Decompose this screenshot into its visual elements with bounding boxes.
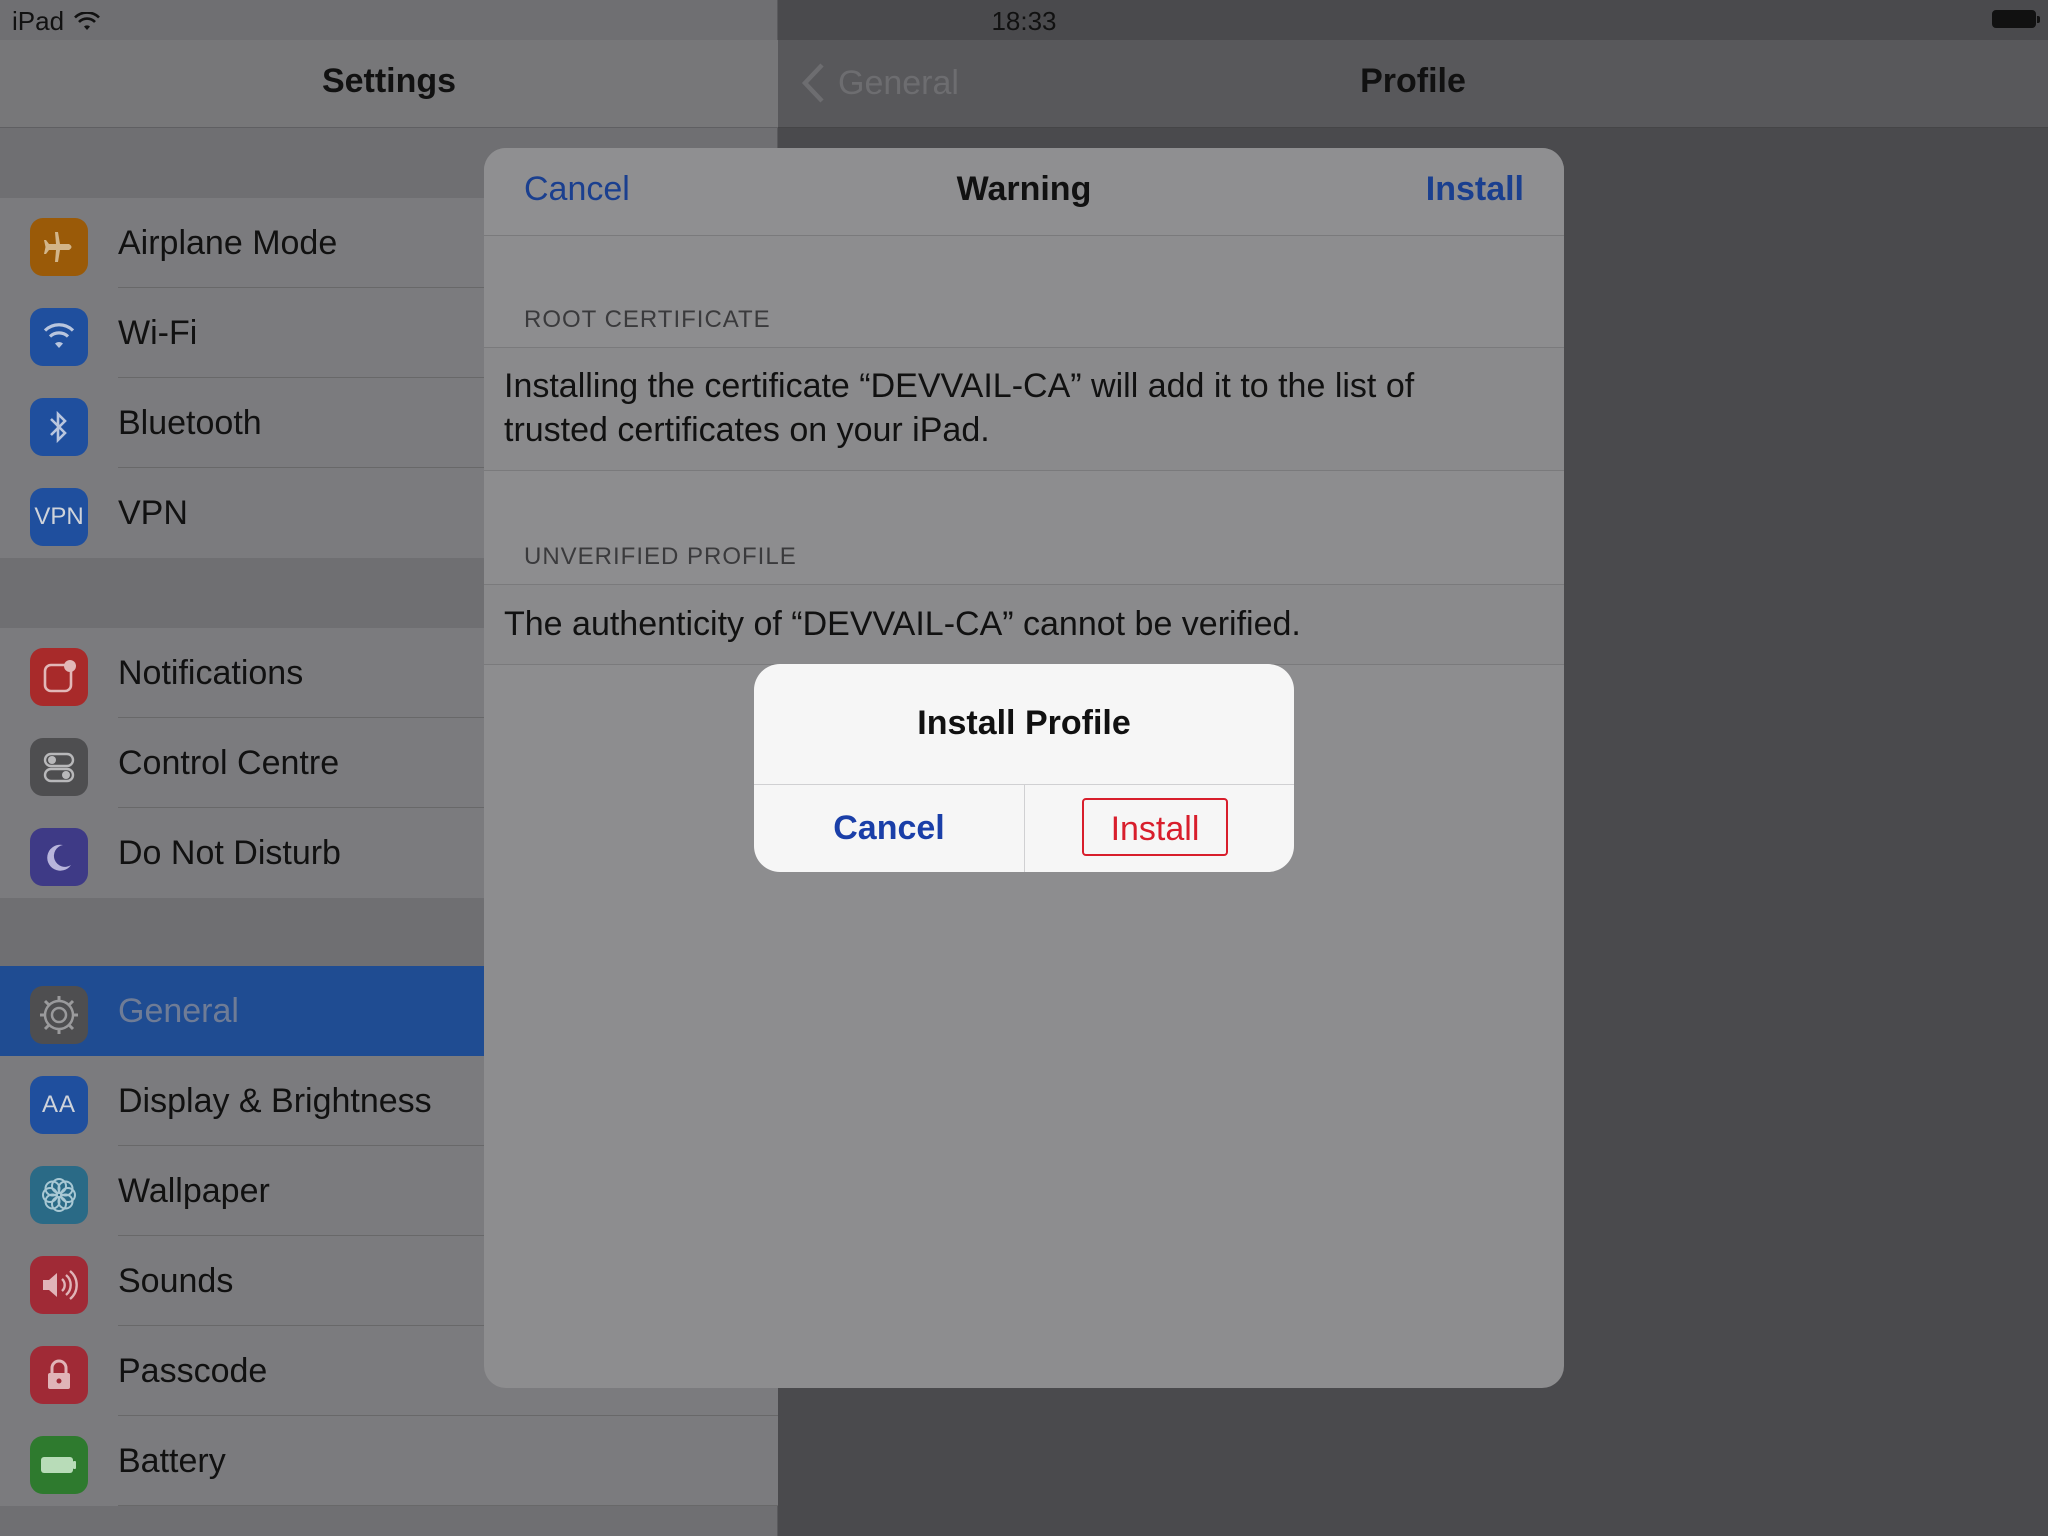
- sidebar-item-label: Display & Brightness: [118, 1082, 432, 1120]
- vpn-icon: VPN: [30, 488, 88, 546]
- unverified-profile-header: UNVERIFIED PROFILE: [524, 543, 797, 570]
- gear-icon: [30, 986, 88, 1044]
- unverified-profile-cell: The authenticity of “DEVVAIL-CA” cannot …: [484, 584, 1564, 665]
- root-certificate-cell: Installing the certificate “DEVVAIL-CA” …: [484, 347, 1564, 471]
- warning-nav-bar: Cancel Warning Install: [484, 148, 1564, 236]
- install-profile-alert: Install Profile Cancel Install: [754, 664, 1294, 872]
- status-bar: iPad 18:33: [0, 0, 2048, 40]
- warning-title: Warning: [956, 170, 1092, 208]
- sidebar-item-label: Airplane Mode: [118, 224, 338, 262]
- root-certificate-header: ROOT CERTIFICATE: [524, 306, 771, 333]
- sidebar-item-label: General: [118, 992, 239, 1030]
- alert-button-divider: [1024, 785, 1025, 872]
- sidebar-item-label: VPN: [118, 494, 188, 532]
- sidebar-item-battery[interactable]: Battery: [0, 1416, 778, 1506]
- alert-cancel-button[interactable]: Cancel: [754, 785, 1024, 872]
- profile-title: Profile: [1360, 62, 1466, 100]
- control-centre-icon: [30, 738, 88, 796]
- airplane-icon: [30, 218, 88, 276]
- sidebar-item-label: Battery: [118, 1442, 226, 1480]
- warning-install-button[interactable]: Install: [1426, 170, 1524, 209]
- row-divider: [118, 1505, 778, 1506]
- moon-icon: [30, 828, 88, 886]
- sidebar-item-label: Sounds: [118, 1262, 234, 1300]
- sidebar-item-label: Wi-Fi: [118, 314, 198, 352]
- unverified-profile-text: The authenticity of “DEVVAIL-CA” cannot …: [504, 605, 1301, 643]
- bluetooth-icon: [30, 398, 88, 456]
- sound-icon: [30, 1256, 88, 1314]
- sidebar-item-label: Do Not Disturb: [118, 834, 341, 872]
- profile-nav-bar: General Profile: [778, 40, 2048, 128]
- settings-nav-bar: Settings: [0, 40, 778, 128]
- sidebar-item-label: Wallpaper: [118, 1172, 270, 1210]
- sidebar-item-label: Control Centre: [118, 744, 340, 782]
- battery-status-icon: [1992, 10, 2040, 28]
- sidebar-item-label: Notifications: [118, 654, 304, 692]
- battery-icon: [30, 1436, 88, 1494]
- wifi-icon: [30, 308, 88, 366]
- lock-icon: [30, 1346, 88, 1404]
- sidebar-item-label: Bluetooth: [118, 404, 262, 442]
- settings-title: Settings: [321, 62, 457, 100]
- notifications-icon: [30, 648, 88, 706]
- wallpaper-icon: [30, 1166, 88, 1224]
- display-brightness-icon: AA: [30, 1076, 88, 1134]
- sidebar-item-label: Passcode: [118, 1352, 268, 1390]
- alert-title: Install Profile: [917, 704, 1131, 742]
- alert-install-button[interactable]: Install: [1082, 798, 1228, 856]
- root-certificate-text: Installing the certificate “DEVVAIL-CA” …: [504, 367, 1415, 449]
- clock: 18:33: [991, 6, 1057, 36]
